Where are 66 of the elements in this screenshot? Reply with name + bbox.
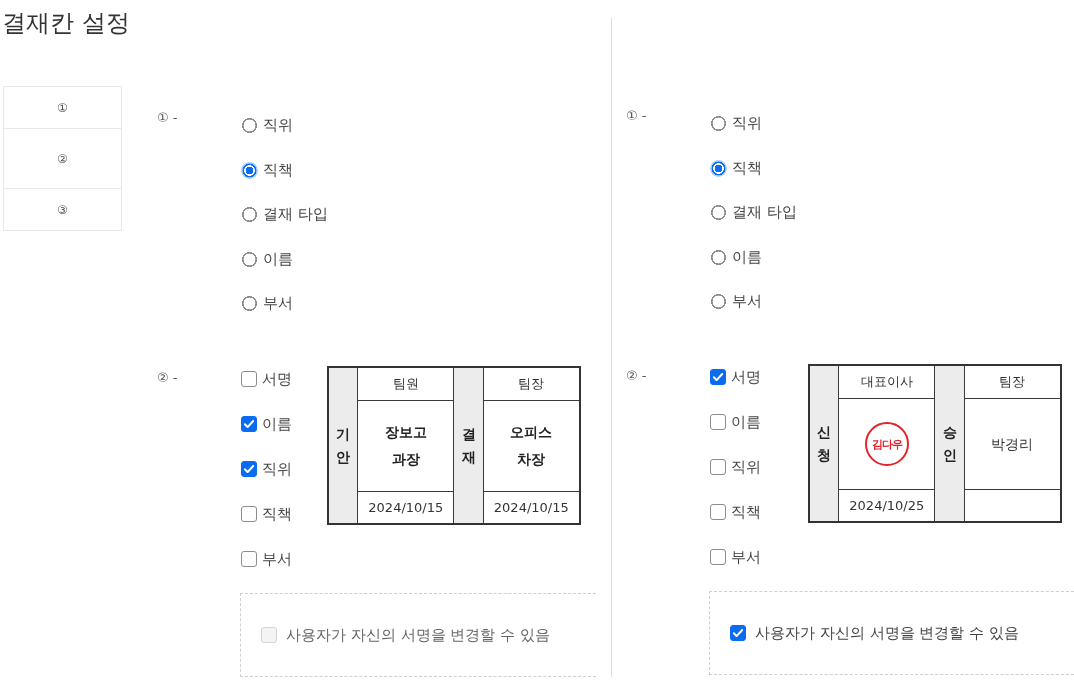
cell-text: 장보고 (384, 423, 427, 442)
checkbox-label[interactable]: 직위 (731, 457, 761, 477)
radio-button[interactable] (241, 117, 258, 134)
checkbox-label[interactable]: 직책 (262, 504, 292, 524)
table-cell: 기안 (328, 367, 358, 524)
radio-label[interactable]: 이름 (263, 249, 293, 269)
radio-button[interactable] (710, 159, 727, 177)
radio-label[interactable]: 결재 타입 (732, 203, 797, 222)
radio-label[interactable]: 부서 (732, 292, 762, 311)
radio-button[interactable] (241, 206, 258, 223)
checkbox-label[interactable]: 이름 (731, 412, 761, 432)
section-marker: ① - (626, 108, 648, 124)
radio-button[interactable] (241, 295, 258, 312)
table-cell: ① (3, 86, 122, 129)
table-cell: 대표이사 (838, 365, 935, 399)
radio-button[interactable] (241, 161, 258, 179)
checkbox[interactable] (710, 504, 726, 520)
section-marker: ② - (626, 368, 648, 384)
cell-text: 과장 (391, 450, 420, 469)
radio-button[interactable] (710, 204, 727, 221)
checkbox[interactable] (241, 371, 257, 387)
radio-label[interactable]: 직위 (732, 114, 762, 133)
checkbox[interactable] (241, 506, 257, 522)
cell-text: 차장 (517, 450, 546, 469)
section-marker: ② - (157, 370, 179, 386)
checkbox[interactable] (710, 459, 726, 475)
radio-button[interactable] (710, 248, 727, 266)
checkbox-label[interactable]: 직위 (262, 459, 292, 479)
table-cell: 승인 (935, 365, 965, 522)
radio-label[interactable]: 이름 (732, 247, 762, 267)
checkbox-label[interactable]: 부서 (731, 547, 761, 567)
checkbox-label[interactable]: 서명 (731, 367, 761, 387)
checkbox[interactable] (241, 416, 257, 432)
page-title: 결재칸 설정 (2, 8, 130, 39)
checkbox-label[interactable]: 직책 (731, 502, 761, 522)
checkbox[interactable] (710, 369, 726, 385)
section-marker: ① - (157, 110, 179, 126)
checkbox[interactable] (710, 549, 726, 565)
checkbox-label[interactable]: 부서 (262, 549, 292, 569)
table-cell: ③ (3, 189, 122, 231)
table-cell: 팀원 (357, 367, 454, 401)
checkbox-label[interactable]: 서명 (262, 369, 292, 389)
checkbox[interactable] (241, 461, 257, 477)
cell-text: 박경리 (991, 434, 1034, 454)
radio-label[interactable]: 직위 (263, 116, 293, 135)
radio-button[interactable] (710, 293, 727, 310)
checkbox[interactable] (730, 625, 746, 641)
radio-label[interactable]: 직책 (732, 158, 762, 178)
table-cell: 결재 (454, 367, 484, 524)
cell-text: 오피스 (510, 423, 553, 442)
checkbox[interactable] (710, 414, 726, 430)
checkbox-label[interactable]: 사용자가 자신의 서명을 변경할 수 있음 (755, 623, 1019, 643)
radio-label[interactable]: 결재 타입 (263, 205, 328, 224)
table-cell: ② (3, 129, 122, 189)
checkbox-label[interactable]: 이름 (262, 414, 292, 434)
radio-label[interactable]: 직책 (263, 160, 293, 180)
radio-button[interactable] (710, 115, 727, 132)
checkbox[interactable] (241, 551, 257, 567)
radio-label[interactable]: 부서 (263, 294, 293, 313)
seal-stamp: 김다우 (864, 422, 909, 466)
check-icon (244, 419, 254, 429)
radio-button[interactable] (241, 250, 258, 268)
check-icon (713, 372, 723, 382)
check-icon (733, 628, 743, 638)
check-icon (244, 464, 254, 474)
table-cell: 신청 (809, 365, 839, 522)
